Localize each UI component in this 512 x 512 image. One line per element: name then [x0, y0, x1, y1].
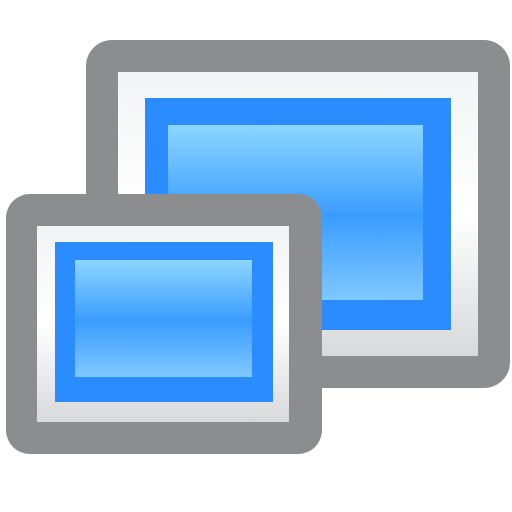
multi-display-icon: [0, 0, 512, 512]
multi-display-svg: [6, 40, 510, 454]
small-monitor-screen: [75, 260, 252, 377]
small-monitor: [6, 194, 322, 454]
